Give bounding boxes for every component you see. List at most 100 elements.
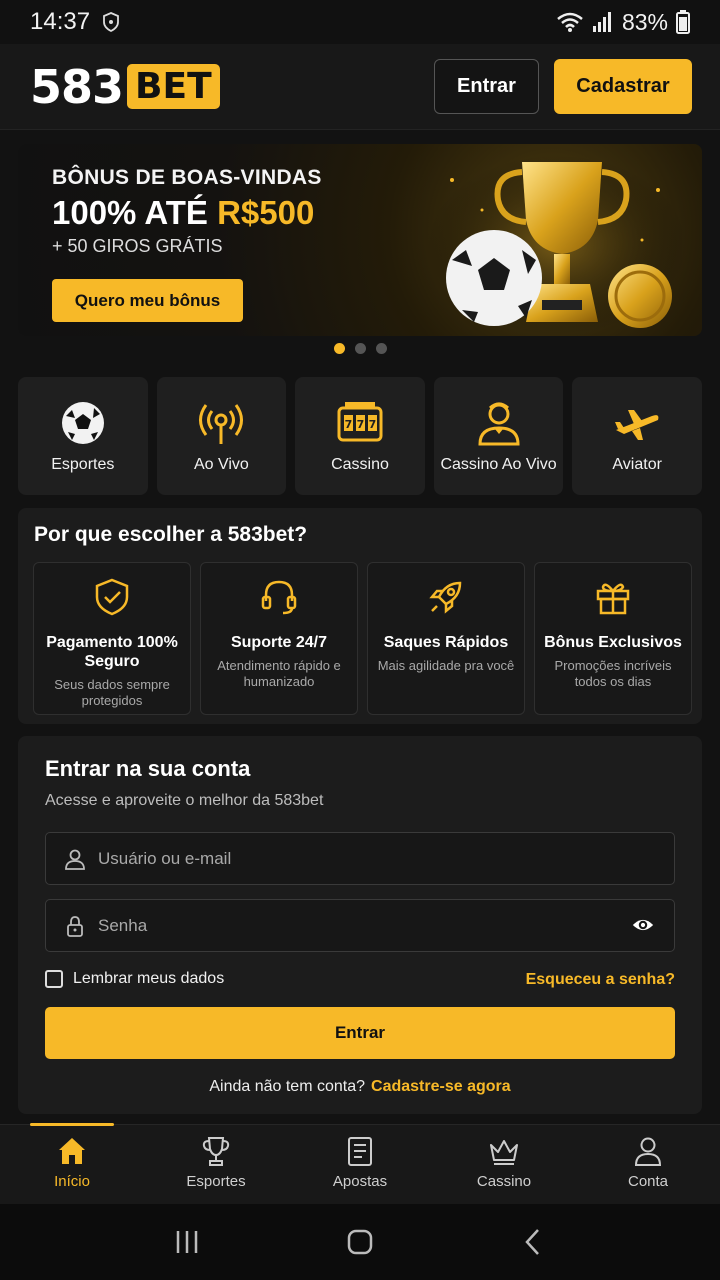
svg-text:7: 7: [369, 418, 377, 431]
nav-label: Cassino: [476, 1173, 532, 1190]
remember-me[interactable]: Lembrar meus dados: [45, 970, 224, 988]
slot-machine-icon: 7 7 7: [337, 402, 383, 442]
feature-title: Suporte 24/7: [230, 634, 328, 651]
why-choose-section: Por que escolher a 583bet? Pagamento 100…: [18, 508, 702, 724]
bottom-navigation: Início Esportes Apostas Cassino Conta: [0, 1123, 720, 1204]
category-label: Cassino Ao Vivo: [440, 456, 557, 473]
promo-banner[interactable]: BÔNUS DE BOAS-VINDAS 100% ATÉ R$500 + 50…: [18, 144, 702, 336]
header-buttons: Entrar Cadastrar: [434, 59, 692, 114]
svg-text:7: 7: [357, 418, 365, 431]
username-input[interactable]: [98, 848, 598, 869]
home-icon: [59, 1138, 85, 1164]
carousel-dot-3[interactable]: [375, 343, 387, 354]
user-icon: [65, 849, 85, 870]
category-label: Ao Vivo: [193, 456, 249, 473]
logo[interactable]: 583 BET: [30, 60, 220, 114]
svg-text:7: 7: [345, 418, 353, 431]
home-button-icon[interactable]: [345, 1227, 375, 1257]
signal-icon: [592, 12, 611, 32]
airplane-icon: [615, 410, 659, 440]
logo-number: 583: [30, 59, 124, 114]
logo-bet: BET: [127, 64, 220, 109]
user-icon: [634, 1137, 662, 1166]
live-broadcast-icon: [199, 404, 244, 444]
feature-title: Saques Rápidos: [383, 634, 509, 651]
banner-text: BÔNUS DE BOAS-VINDAS 100% ATÉ R$500 + 50…: [52, 166, 322, 322]
signup-prompt: Ainda não tem conta? Cadastre-se agora: [18, 1078, 702, 1096]
status-time: 14:37: [30, 8, 91, 35]
nav-label: Esportes: [186, 1173, 246, 1190]
feature-cards: Pagamento 100% Seguro Seus dados sempre …: [33, 562, 692, 715]
feature-title: Pagamento 100% Seguro: [46, 634, 178, 670]
nav-home[interactable]: Início: [0, 1123, 144, 1204]
category-label: Esportes: [51, 456, 115, 473]
category-label: Cassino: [331, 456, 389, 473]
shield-check-icon: [95, 578, 129, 616]
banner-spins: + 50 GIROS GRÁTIS: [52, 236, 223, 256]
submit-login-button[interactable]: Entrar: [45, 1007, 675, 1059]
banner-offer-text: 100% ATÉ: [52, 194, 218, 231]
betslip-icon: [348, 1137, 372, 1166]
feature-subtitle: Mais agilidade pra você: [377, 658, 515, 673]
category-label: Aviator: [612, 456, 662, 473]
category-casino[interactable]: 7 7 7 Cassino: [295, 377, 425, 495]
banner-headline: BÔNUS DE BOAS-VINDAS: [52, 166, 322, 189]
category-sports[interactable]: Esportes: [18, 377, 148, 495]
shield-status-icon: [103, 12, 119, 32]
login-button[interactable]: Entrar: [434, 59, 539, 114]
banner-offer: 100% ATÉ R$500: [52, 194, 322, 232]
password-field[interactable]: [45, 899, 675, 952]
section-title: Por que escolher a 583bet?: [34, 523, 308, 546]
forgot-password-link[interactable]: Esqueceu a senha?: [526, 971, 675, 989]
app-header: 583 BET Entrar Cadastrar: [0, 44, 720, 130]
login-title: Entrar na sua conta: [45, 756, 251, 781]
login-subtitle: Acesse e aproveite o melhor da 583bet: [45, 792, 324, 809]
category-live-casino[interactable]: Cassino Ao Vivo: [433, 377, 564, 495]
username-field[interactable]: [45, 832, 675, 885]
category-aviator[interactable]: Aviator: [572, 377, 702, 495]
gift-icon: [596, 583, 630, 615]
nav-casino[interactable]: Cassino: [432, 1125, 576, 1204]
category-live[interactable]: Ao Vivo: [156, 377, 287, 495]
battery-percent: 83%: [621, 8, 668, 35]
feature-card: Pagamento 100% Seguro Seus dados sempre …: [33, 562, 191, 715]
nav-label: Início: [54, 1173, 90, 1190]
feature-card: Saques Rápidos Mais agilidade pra você: [367, 562, 525, 715]
back-icon[interactable]: [518, 1227, 548, 1257]
register-button[interactable]: Cadastrar: [554, 59, 692, 114]
feature-card: Bônus Exclusivos Promoções incríveis tod…: [534, 562, 692, 715]
nav-account[interactable]: Conta: [576, 1125, 720, 1204]
banner-offer-amount: R$500: [217, 194, 315, 231]
feature-subtitle: Seus dados sempre protegidos: [54, 677, 170, 708]
show-password-icon[interactable]: [632, 914, 654, 936]
feature-title: Bônus Exclusivos: [544, 634, 682, 651]
trophy-icon: [202, 1137, 230, 1166]
recent-apps-icon[interactable]: [172, 1227, 202, 1257]
nav-sports[interactable]: Esportes: [144, 1125, 288, 1204]
carousel-dot-1[interactable]: [333, 343, 345, 354]
headset-icon: [261, 580, 297, 615]
rocket-icon: [429, 581, 462, 614]
password-input[interactable]: [98, 915, 598, 936]
feature-subtitle: Atendimento rápido e humanizado: [217, 658, 341, 689]
nav-label: Apostas: [332, 1173, 388, 1190]
remember-label: Lembrar meus dados: [73, 970, 225, 987]
category-shortcuts: Esportes Ao Vivo 7 7 7 Cassino Cassino A…: [18, 377, 702, 495]
system-navigation-bar: [0, 1204, 720, 1280]
nav-bets[interactable]: Apostas: [288, 1125, 432, 1204]
soccer-ball-icon: [61, 402, 104, 444]
feature-subtitle: Promoções incríveis todos os dias: [554, 658, 672, 689]
active-indicator: [30, 1123, 114, 1126]
login-card: Entrar na sua conta Acesse e aproveite o…: [18, 736, 702, 1114]
signup-link[interactable]: Cadastre-se agora: [371, 1078, 511, 1095]
battery-icon: [676, 10, 690, 34]
carousel-dot-2[interactable]: [354, 343, 366, 354]
claim-bonus-button[interactable]: Quero meu bônus: [52, 279, 243, 322]
status-bar: 14:37 83%: [0, 0, 720, 44]
remember-checkbox[interactable]: [45, 970, 63, 988]
wifi-icon: [557, 12, 583, 32]
nav-label: Conta: [627, 1173, 669, 1190]
feature-card: Suporte 24/7 Atendimento rápido e humani…: [200, 562, 358, 715]
dealer-icon: [478, 402, 520, 446]
lock-icon: [67, 915, 83, 937]
